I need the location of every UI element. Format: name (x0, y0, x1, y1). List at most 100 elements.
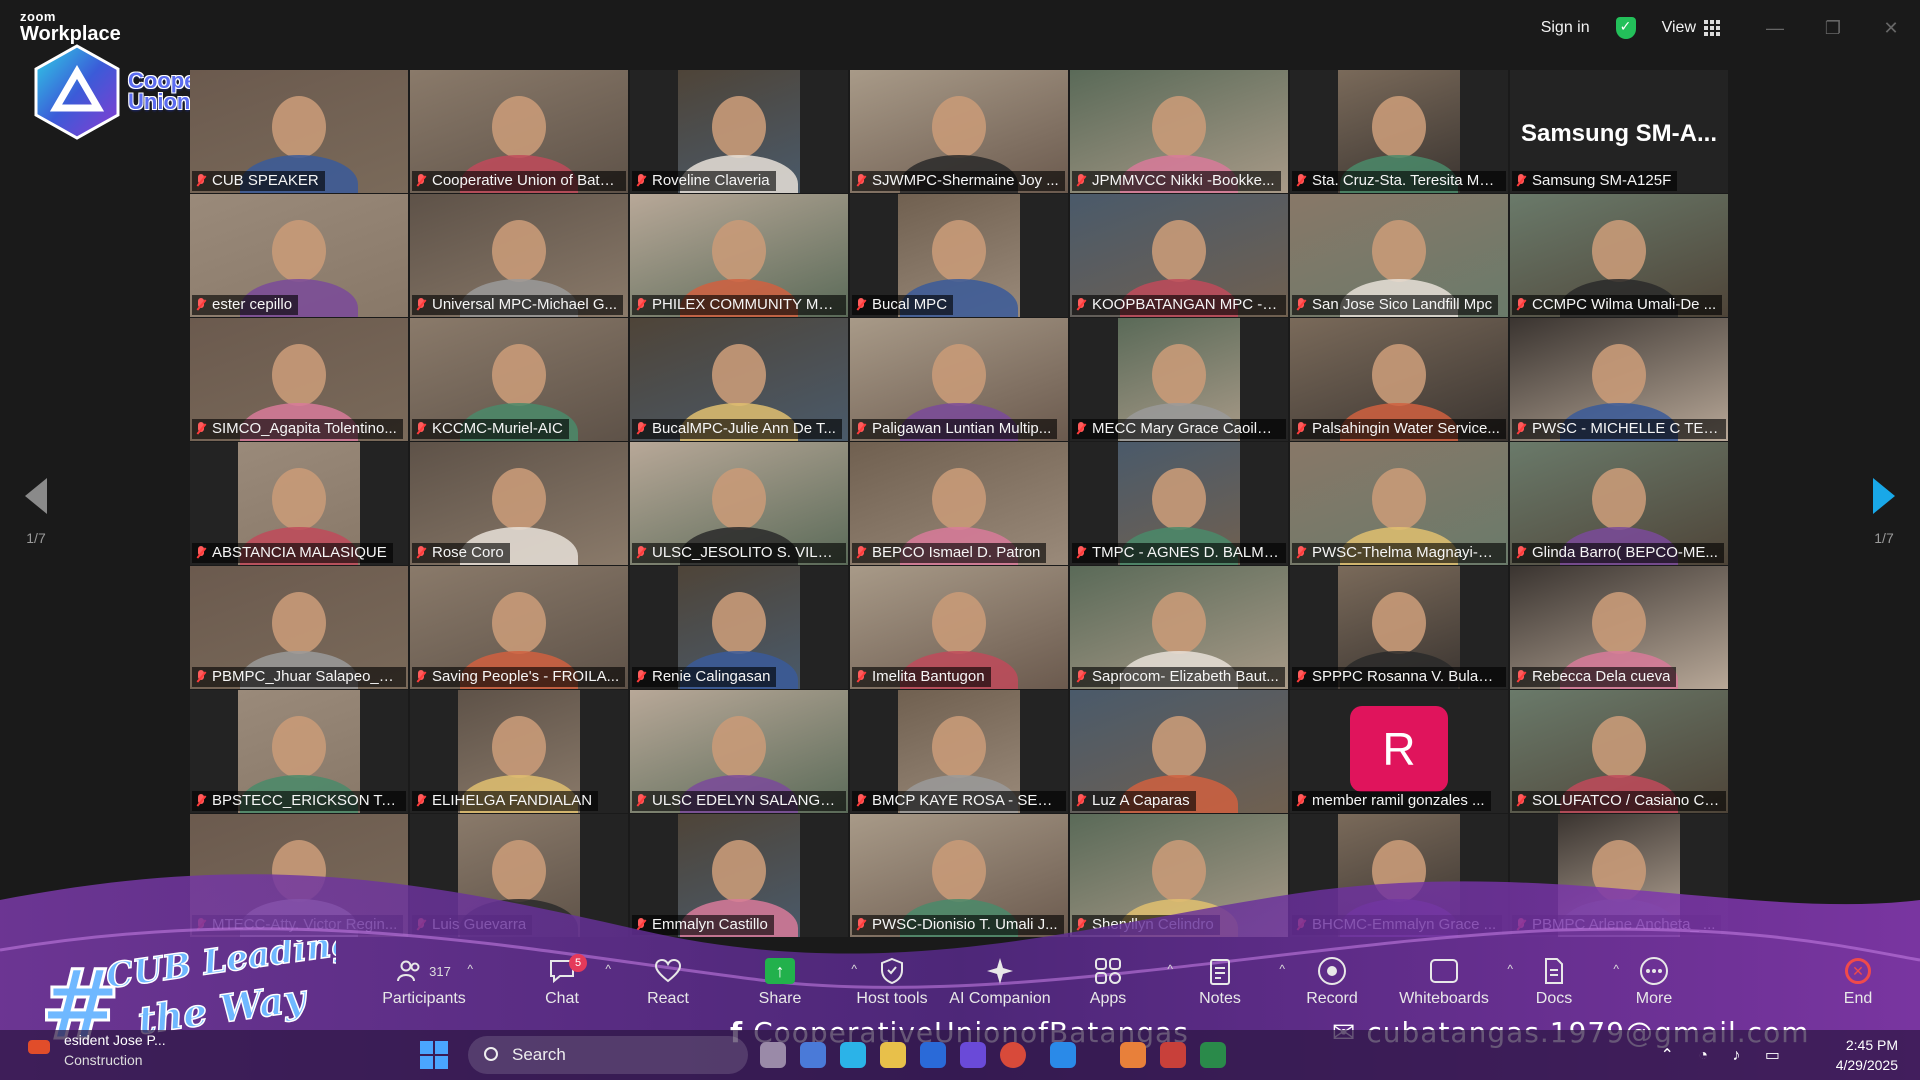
grid-view-icon (1704, 20, 1720, 36)
participant-name: Sheryllyn Celindro (1092, 916, 1214, 933)
react-button[interactable]: React (613, 954, 723, 1008)
powerpoint-icon[interactable] (1160, 1042, 1186, 1068)
share-button[interactable]: ↑ Share ^ (725, 954, 857, 1008)
participants-button[interactable]: 317 Participants ^ (369, 954, 479, 1008)
participant-tile[interactable]: SIMCO_Agapita Tolentino... (190, 318, 410, 442)
windows-start-icon[interactable] (420, 1041, 448, 1069)
participant-name: Samsung SM-A125F (1532, 172, 1672, 189)
participant-tile[interactable]: KCCMC-Muriel-AIC (410, 318, 630, 442)
docs-button[interactable]: Docs ^ (1499, 954, 1619, 1008)
participant-tile[interactable]: San Jose Sico Landfill Mpc (1290, 194, 1510, 318)
chat-button[interactable]: 5 Chat ^ (507, 954, 617, 1008)
taskbar-app-icon[interactable] (960, 1042, 986, 1068)
participant-tile[interactable]: SOLUFATCO / Casiano CA... (1510, 690, 1730, 814)
participant-tile[interactable]: SPPPC Rosanna V. Bulan (... (1290, 566, 1510, 690)
participant-tile[interactable]: Saprocom- Elizabeth Baut... (1070, 566, 1290, 690)
participant-tile[interactable]: BucalMPC-Julie Ann De T... (630, 318, 850, 442)
participant-tile[interactable]: JPMMVCC Nikki -Bookke... (1070, 70, 1290, 194)
ai-companion-button[interactable]: AI Companion (945, 954, 1055, 1008)
file-explorer-icon[interactable] (880, 1042, 906, 1068)
participant-face (272, 716, 326, 778)
participant-tile[interactable]: TMPC - AGNES D. BALME... (1070, 442, 1290, 566)
participant-name-label: Imelita Bantugon (852, 667, 991, 687)
zoom-app-icon[interactable] (1050, 1042, 1076, 1068)
more-button[interactable]: More (1599, 954, 1709, 1008)
participant-name: KOOPBATANGAN MPC -V... (1092, 296, 1280, 313)
taskbar-app-icon[interactable] (1120, 1042, 1146, 1068)
participant-tile[interactable]: Rmember ramil gonzales ... (1290, 690, 1510, 814)
participant-tile[interactable]: PBMPC_Jhuar Salapeo_B... (190, 566, 410, 690)
taskbar-app-icon[interactable] (800, 1042, 826, 1068)
participant-tile[interactable]: Emmalyn Castillo (630, 814, 850, 938)
meeting-toolbar: 317 Participants ^ 5 Chat ^ React ↑ Shar… (0, 940, 1920, 1016)
taskbar-search[interactable]: Search (468, 1036, 748, 1074)
participant-tile[interactable]: KOOPBATANGAN MPC -V... (1070, 194, 1290, 318)
participant-tile[interactable]: PHILEX COMMUNITY MU... (630, 194, 850, 318)
participant-tile[interactable]: BMCP KAYE ROSA - SECR... (850, 690, 1070, 814)
host-tools-button[interactable]: Host tools (837, 954, 947, 1008)
participant-name: ULSC EDELYN SALANGUI... (652, 792, 840, 809)
participant-tile[interactable]: ester cepillo (190, 194, 410, 318)
participant-tile[interactable]: Luz A Caparas (1070, 690, 1290, 814)
participant-tile[interactable]: Sta. Cruz-Sta. Teresita MPC (1290, 70, 1510, 194)
end-button[interactable]: ✕ End (1803, 954, 1913, 1008)
taskbar-app-icon[interactable] (760, 1042, 786, 1068)
participant-tile[interactable]: Rebecca Dela cueva (1510, 566, 1730, 690)
participant-tile[interactable]: ELIHELGA FANDIALAN (410, 690, 630, 814)
host-tools-label: Host tools (856, 990, 928, 1007)
participant-tile[interactable]: Paligawan Luntian Multip... (850, 318, 1070, 442)
minimize-icon[interactable]: — (1746, 18, 1804, 39)
participant-tile[interactable]: ULSC EDELYN SALANGUI... (630, 690, 850, 814)
system-tray-icons[interactable]: ⌃ ◔ ♪ ▭ (1660, 1045, 1790, 1065)
participant-face (1152, 220, 1206, 282)
participant-tile[interactable]: PWSC-Dionisio T. Umali J... (850, 814, 1070, 938)
participant-tile[interactable]: Rose Coro (410, 442, 630, 566)
participant-tile[interactable]: Palsahingin Water Service... (1290, 318, 1510, 442)
excel-icon[interactable] (1200, 1042, 1226, 1068)
participants-chevron-up-icon[interactable]: ^ (467, 962, 473, 976)
taskbar-clock[interactable]: 2:45 PM 4/29/2025 (1836, 1035, 1898, 1075)
participant-tile[interactable]: Bucal MPC (850, 194, 1070, 318)
participant-tile[interactable]: Universal MPC-Michael G... (410, 194, 630, 318)
notes-button[interactable]: Notes ^ (1165, 954, 1285, 1008)
previous-page-button[interactable]: 1/7 (16, 478, 56, 546)
participant-tile[interactable]: BHCMC-Emmalyn Grace ... (1290, 814, 1510, 938)
muted-mic-icon (196, 670, 206, 684)
participant-tile[interactable]: Luis Guevarra (410, 814, 630, 938)
participant-avatar: R (1350, 706, 1448, 792)
participant-tile[interactable]: ABSTANCIA MALASIQUE (190, 442, 410, 566)
participant-tile[interactable]: Sheryllyn Celindro (1070, 814, 1290, 938)
participant-tile[interactable]: MECC Mary Grace Caoile ... (1070, 318, 1290, 442)
participant-tile[interactable]: PWSC-Thelma Magnayi-B... (1290, 442, 1510, 566)
view-button[interactable]: View (1662, 19, 1720, 37)
participant-tile[interactable]: SJWMPC-Shermaine Joy ... (850, 70, 1070, 194)
edge-browser-icon[interactable] (840, 1042, 866, 1068)
outlook-icon[interactable] (920, 1042, 946, 1068)
whiteboards-button[interactable]: Whiteboards ^ (1389, 954, 1513, 1008)
next-page-button[interactable]: 1/7 (1864, 478, 1904, 546)
participant-tile[interactable]: Cooperative Union of Batang... (410, 70, 630, 194)
participant-tile[interactable]: PWSC - MICHELLE C TEÑ... (1510, 318, 1730, 442)
participant-tile[interactable]: PBMPC Arlene Ancheta_ ... (1510, 814, 1730, 938)
close-icon[interactable]: ✕ (1862, 18, 1920, 39)
participant-tile[interactable]: BPSTECC_ERICKSON T. G... (190, 690, 410, 814)
record-button[interactable]: Record (1277, 954, 1387, 1008)
participant-tile[interactable]: Roveline Claveria (630, 70, 850, 194)
participant-tile[interactable]: Glinda Barro( BEPCO-ME... (1510, 442, 1730, 566)
restore-icon[interactable]: ❐ (1804, 18, 1862, 39)
participant-tile[interactable]: MTECC-Atty. Victor Regin... (190, 814, 410, 938)
chrome-icon[interactable] (1000, 1042, 1026, 1068)
security-shield-icon[interactable] (1615, 17, 1636, 39)
participant-tile[interactable]: BEPCO Ismael D. Patron (850, 442, 1070, 566)
apps-button[interactable]: Apps ^ (1053, 954, 1173, 1008)
chat-chevron-up-icon[interactable]: ^ (605, 962, 611, 976)
participant-tile[interactable]: Renie Calingasan (630, 566, 850, 690)
participant-tile[interactable]: CCMPC Wilma Umali-De ... (1510, 194, 1730, 318)
participant-tile[interactable]: Imelita Bantugon (850, 566, 1070, 690)
apps-label: Apps (1089, 990, 1127, 1007)
participant-tile[interactable]: Samsung SM-A... Samsung SM-A125F (1510, 70, 1730, 194)
participant-tile[interactable]: CUB SPEAKER (190, 70, 410, 194)
participant-tile[interactable]: ULSC_JESOLITO S. VILLA... (630, 442, 850, 566)
participant-tile[interactable]: Saving People's - FROILA... (410, 566, 630, 690)
sign-in-button[interactable]: Sign in (1541, 19, 1590, 37)
